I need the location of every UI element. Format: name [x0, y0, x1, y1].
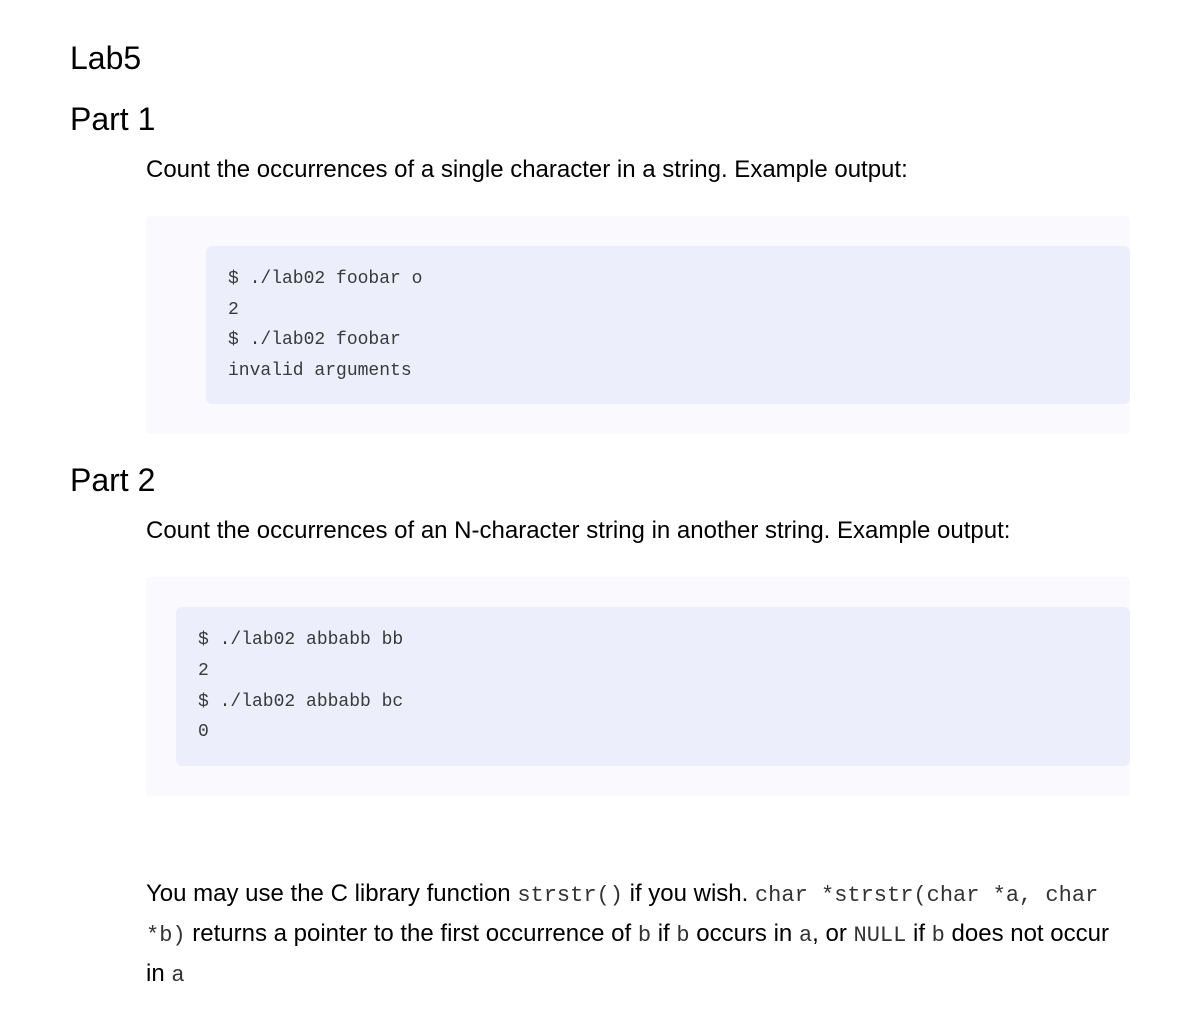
page-title: Lab5 — [70, 40, 1130, 77]
part2-code: $ ./lab02 abbabb bb 2 $ ./lab02 abbabb b… — [176, 607, 1130, 765]
part2-description: Count the occurrences of an N-character … — [146, 513, 1130, 549]
hint-code-a2: a — [171, 963, 184, 988]
part1-heading: Part 1 — [70, 101, 1130, 138]
hint-mid6: if — [906, 920, 931, 947]
hint-mid4: occurs in — [690, 920, 799, 947]
hint-mid1: if you wish. — [623, 880, 755, 907]
hint-code-b1: b — [638, 923, 651, 948]
part1-code: $ ./lab02 foobar o 2 $ ./lab02 foobar in… — [206, 246, 1130, 404]
hint-code-null: NULL — [854, 923, 907, 948]
hint-mid2: returns a pointer to the first occurrenc… — [186, 920, 638, 947]
part1-code-wrapper: $ ./lab02 foobar o 2 $ ./lab02 foobar in… — [146, 216, 1130, 434]
part1-content: Count the occurrences of a single charac… — [70, 152, 1130, 434]
part2-code-wrapper: $ ./lab02 abbabb bb 2 $ ./lab02 abbabb b… — [146, 577, 1130, 795]
part1-description: Count the occurrences of a single charac… — [146, 152, 1130, 188]
hint-code-a1: a — [799, 923, 812, 948]
hint-code-b3: b — [932, 923, 945, 948]
hint-mid3: if — [651, 920, 676, 947]
part2-heading: Part 2 — [70, 462, 1130, 499]
hint-code-strstr: strstr() — [517, 883, 623, 908]
hint-code-b2: b — [676, 923, 689, 948]
hint-mid5: , or — [812, 920, 853, 947]
hint-text: You may use the C library function strst… — [146, 874, 1130, 995]
hint-prefix: You may use the C library function — [146, 880, 517, 907]
part2-content: Count the occurrences of an N-character … — [70, 513, 1130, 994]
hint-section: You may use the C library function strst… — [146, 856, 1130, 995]
